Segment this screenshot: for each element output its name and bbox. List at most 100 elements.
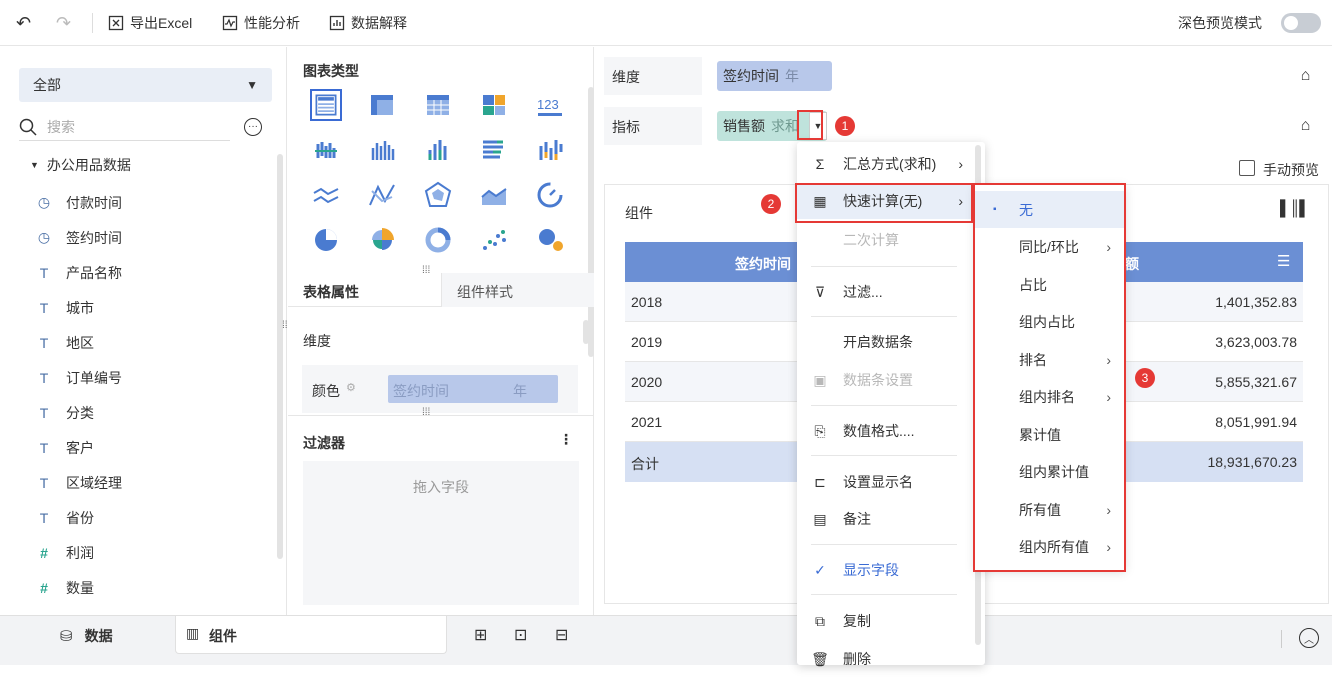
add-filter-component-icon[interactable]: ⊡ bbox=[514, 625, 527, 645]
performance-analysis-button[interactable]: 性能分析 bbox=[222, 0, 300, 46]
number-type-icon: # bbox=[40, 579, 48, 596]
folder-item[interactable]: ▼ 办公用品数据 bbox=[30, 155, 131, 175]
menu-number-format[interactable]: ⎘ 数值格式.... bbox=[797, 413, 975, 449]
field-item[interactable]: T 订单编号 bbox=[36, 360, 122, 395]
cell-year: 2021 bbox=[631, 414, 663, 430]
tab-component-style[interactable]: 组件样式 bbox=[457, 282, 513, 302]
undo-button[interactable]: ↶ bbox=[16, 0, 31, 46]
field-item[interactable]: # 数量 bbox=[36, 570, 94, 605]
menu-item-label: 删除 bbox=[843, 651, 871, 667]
field-item[interactable]: T 城市 bbox=[36, 290, 94, 325]
component-title: 组件 bbox=[625, 205, 653, 221]
gear-icon[interactable]: ⚙ bbox=[346, 381, 356, 394]
dark-preview-toggle[interactable] bbox=[1281, 13, 1321, 33]
line-chart-icon[interactable] bbox=[310, 179, 342, 211]
pie-chart-icon[interactable] bbox=[310, 224, 342, 256]
export-excel-button[interactable]: 导出Excel bbox=[108, 0, 192, 46]
radar-chart-icon[interactable] bbox=[422, 179, 454, 211]
menu-copy[interactable]: ⧉ 复制 bbox=[797, 603, 975, 639]
add-text-component-icon[interactable]: ⊟ bbox=[555, 625, 568, 645]
radar-line-icon[interactable] bbox=[366, 179, 398, 211]
field-name: 订单编号 bbox=[66, 369, 122, 386]
field-item[interactable]: ◷ 签约时间 bbox=[36, 220, 122, 255]
stacked-bar-icon[interactable] bbox=[422, 134, 454, 166]
filter-drop-zone[interactable]: 拖入字段 bbox=[303, 461, 579, 605]
tab-data[interactable]: ⛁ 数据 bbox=[60, 626, 113, 646]
field-item[interactable]: T 省份 bbox=[36, 500, 94, 535]
menu-enable-databar[interactable]: 开启数据条 bbox=[797, 324, 975, 360]
cell-value: 1,401,352.83 bbox=[1215, 294, 1297, 310]
metric-settings-icon[interactable]: ⌂ bbox=[1282, 107, 1329, 145]
treemap-chart-icon[interactable] bbox=[478, 89, 510, 121]
text-type-icon: T bbox=[39, 439, 49, 456]
filter-more-icon[interactable]: ⋮ bbox=[559, 431, 573, 448]
chevron-down-icon: ▼ bbox=[246, 78, 258, 92]
cell-year: 2018 bbox=[631, 294, 663, 310]
horizontal-bar-icon[interactable] bbox=[478, 134, 510, 166]
scatter-chart-icon[interactable] bbox=[478, 224, 510, 256]
sort-icon[interactable]: ☰ bbox=[1277, 252, 1290, 270]
field-name: 付款时间 bbox=[66, 194, 122, 211]
drag-handle-icon[interactable]: ⁞⁞⁞ bbox=[422, 407, 430, 418]
annotation-box-3 bbox=[973, 183, 1126, 572]
color-field-pill[interactable]: 签约时间 年 bbox=[388, 375, 558, 403]
panel-resize-handle[interactable]: ⁞⁞ bbox=[282, 321, 288, 331]
bubble-chart-icon[interactable] bbox=[534, 224, 566, 256]
gauge-chart-icon[interactable] bbox=[534, 179, 566, 211]
detail-table-icon[interactable] bbox=[422, 89, 454, 121]
dimension-pill[interactable]: 签约时间 年 bbox=[717, 61, 832, 91]
menu-filter[interactable]: ⊽ 过滤... bbox=[797, 274, 975, 310]
barcode-icon[interactable]: ▌║▌ bbox=[1280, 200, 1310, 217]
menu-note[interactable]: ▤ 备注 bbox=[797, 501, 975, 537]
field-item[interactable]: T 区域经理 bbox=[36, 465, 122, 500]
field-item[interactable]: T 产品名称 bbox=[36, 255, 122, 290]
area-chart-icon[interactable] bbox=[478, 179, 510, 211]
text-type-icon: T bbox=[39, 369, 49, 386]
rename-icon: ⊏ bbox=[814, 473, 826, 490]
component-tab-icon: ▥ bbox=[186, 625, 200, 641]
chart-panel-scrollbar[interactable] bbox=[588, 87, 594, 357]
text-type-icon: T bbox=[39, 264, 49, 281]
table-chart-icon[interactable] bbox=[310, 89, 342, 121]
field-item[interactable]: ◷ 付款时间 bbox=[36, 185, 122, 220]
field-item[interactable]: T 分类 bbox=[36, 395, 94, 430]
field-name: 区域经理 bbox=[66, 474, 122, 491]
field-item[interactable]: T 客户 bbox=[36, 430, 94, 465]
menu-aggregation[interactable]: Σ 汇总方式(求和) › bbox=[797, 146, 975, 182]
metric-pill-field: 销售额 bbox=[723, 118, 765, 134]
field-item[interactable]: T 地区 bbox=[36, 325, 94, 360]
filter-icon: ⊽ bbox=[814, 283, 826, 300]
grouped-bar-icon[interactable] bbox=[310, 134, 342, 166]
search-icon bbox=[19, 118, 37, 136]
crosstab-chart-icon[interactable] bbox=[366, 89, 398, 121]
menu-delete[interactable]: 🗑 删除 bbox=[797, 641, 975, 677]
manual-preview-checkbox[interactable] bbox=[1239, 160, 1255, 176]
dataset-select[interactable]: 全部 ▼ bbox=[19, 68, 272, 102]
data-explain-button[interactable]: 数据解释 bbox=[329, 0, 407, 46]
more-options-icon[interactable]: ··· bbox=[244, 118, 262, 136]
menu-divider bbox=[811, 544, 957, 545]
tab-table-props[interactable]: 表格属性 bbox=[303, 282, 359, 302]
col-header-sales[interactable]: 额 bbox=[1125, 254, 1139, 274]
comment-icon: ▤ bbox=[813, 510, 827, 527]
col-header-date[interactable]: 签约时间 bbox=[735, 254, 791, 274]
field-item[interactable]: # 利润 bbox=[36, 535, 94, 570]
menu-display-name[interactable]: ⊏ 设置显示名 bbox=[797, 464, 975, 500]
kpi-chart-icon[interactable]: 123 bbox=[534, 89, 566, 121]
dimension-settings-icon[interactable]: ⌂ bbox=[1282, 57, 1329, 95]
range-bar-icon[interactable] bbox=[534, 134, 566, 166]
menu-item-label: 开启数据条 bbox=[843, 334, 913, 350]
dataset-select-value: 全部 bbox=[33, 77, 61, 93]
redo-button[interactable]: ↷ bbox=[56, 0, 71, 46]
search-field[interactable]: 搜索 bbox=[19, 113, 230, 141]
bar-chart-icon[interactable] bbox=[366, 134, 398, 166]
rose-chart-icon[interactable] bbox=[366, 224, 398, 256]
drag-handle-icon[interactable]: ⁞⁞⁞ bbox=[422, 265, 430, 276]
tab-component[interactable]: ▥ 组件 bbox=[175, 616, 447, 654]
field-list-scrollbar[interactable] bbox=[277, 154, 283, 559]
menu-show-field[interactable]: ✓ 显示字段 bbox=[797, 552, 975, 588]
collapse-up-icon[interactable]: ︿ bbox=[1299, 628, 1319, 648]
donut-chart-icon[interactable] bbox=[422, 224, 454, 256]
chevron-right-icon: › bbox=[958, 156, 963, 172]
add-chart-icon[interactable]: ⊞ bbox=[474, 625, 487, 645]
